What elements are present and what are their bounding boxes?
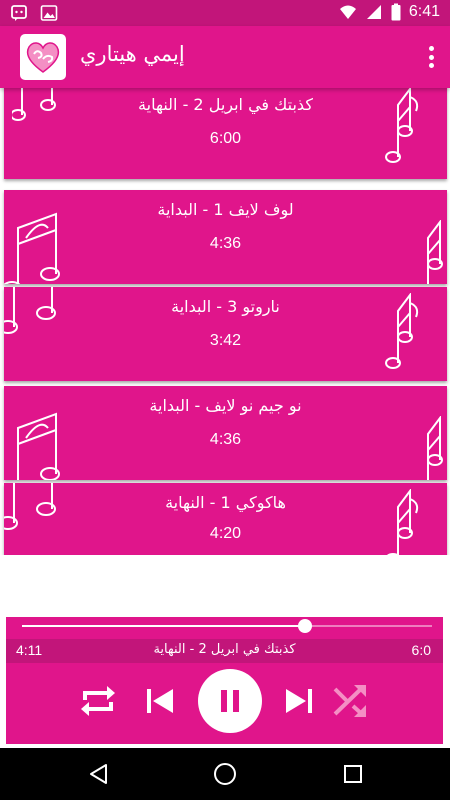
app-title: إيمي هيتاري [80, 42, 185, 66]
track-card-2[interactable]: لوف لايف 1 - البداية 4:36 [4, 190, 447, 284]
track-title: كذبتك في ابريل 2 - النهاية [138, 95, 313, 114]
total-time: 6:0 [411, 642, 431, 658]
app-bar: إيمي هيتاري [0, 26, 450, 88]
track-title: نو جيم نو لايف - البداية [149, 396, 302, 415]
track-title: هاكوكي 1 - النهاية [165, 493, 286, 512]
track-card-4[interactable]: نو جيم نو لايف - البداية 4:36 [4, 386, 447, 480]
battery-icon [391, 3, 401, 21]
seek-thumb[interactable] [297, 619, 312, 633]
next-icon[interactable] [276, 679, 320, 723]
notification-icon [10, 4, 28, 22]
previous-icon[interactable] [139, 679, 183, 723]
track-card-1[interactable]: كذبتك في ابريل 2 - النهاية 6:00 [4, 88, 447, 179]
signal-icon [365, 3, 383, 21]
track-duration: 6:00 [209, 130, 242, 147]
track-title: ناروتو 3 - البداية [171, 297, 280, 316]
player-panel: 4:11 كذبتك في ابريل 2 - النهاية 6:0 [6, 617, 443, 744]
track-duration: 4:20 [209, 525, 242, 542]
home-icon[interactable] [212, 761, 238, 787]
back-icon[interactable] [86, 761, 112, 787]
shuffle-icon[interactable] [328, 679, 372, 723]
track-duration: 4:36 [209, 431, 242, 448]
more-vert-icon[interactable] [426, 44, 436, 70]
track-title: لوف لايف 1 - البداية [157, 200, 294, 219]
wifi-icon [339, 3, 357, 21]
repeat-icon[interactable] [76, 679, 120, 723]
track-duration: 3:42 [209, 332, 242, 349]
seek-progress [22, 625, 305, 627]
recents-icon[interactable] [340, 761, 366, 787]
elapsed-time: 4:11 [16, 642, 43, 658]
pause-button[interactable] [198, 669, 262, 733]
now-playing-bar: 4:11 كذبتك في ابريل 2 - النهاية 6:0 [6, 639, 443, 663]
seek-bar[interactable] [22, 619, 432, 633]
track-duration: 4:36 [209, 235, 242, 252]
pause-icon [221, 690, 239, 712]
image-icon [40, 4, 58, 22]
now-playing-title: كذبتك في ابريل 2 - النهاية [153, 642, 296, 657]
track-list[interactable]: كذبتك في ابريل 2 - النهاية 6:00 لوف لايف… [0, 88, 450, 555]
emy-hitari-logo [20, 34, 66, 80]
status-time: 6:41 [408, 3, 440, 20]
system-nav-bar [0, 748, 450, 800]
track-card-3[interactable]: ناروتو 3 - البداية 3:42 [4, 287, 447, 381]
track-card-5[interactable]: هاكوكي 1 - النهاية 4:20 [4, 483, 447, 555]
status-bar: 6:41 [0, 0, 450, 26]
